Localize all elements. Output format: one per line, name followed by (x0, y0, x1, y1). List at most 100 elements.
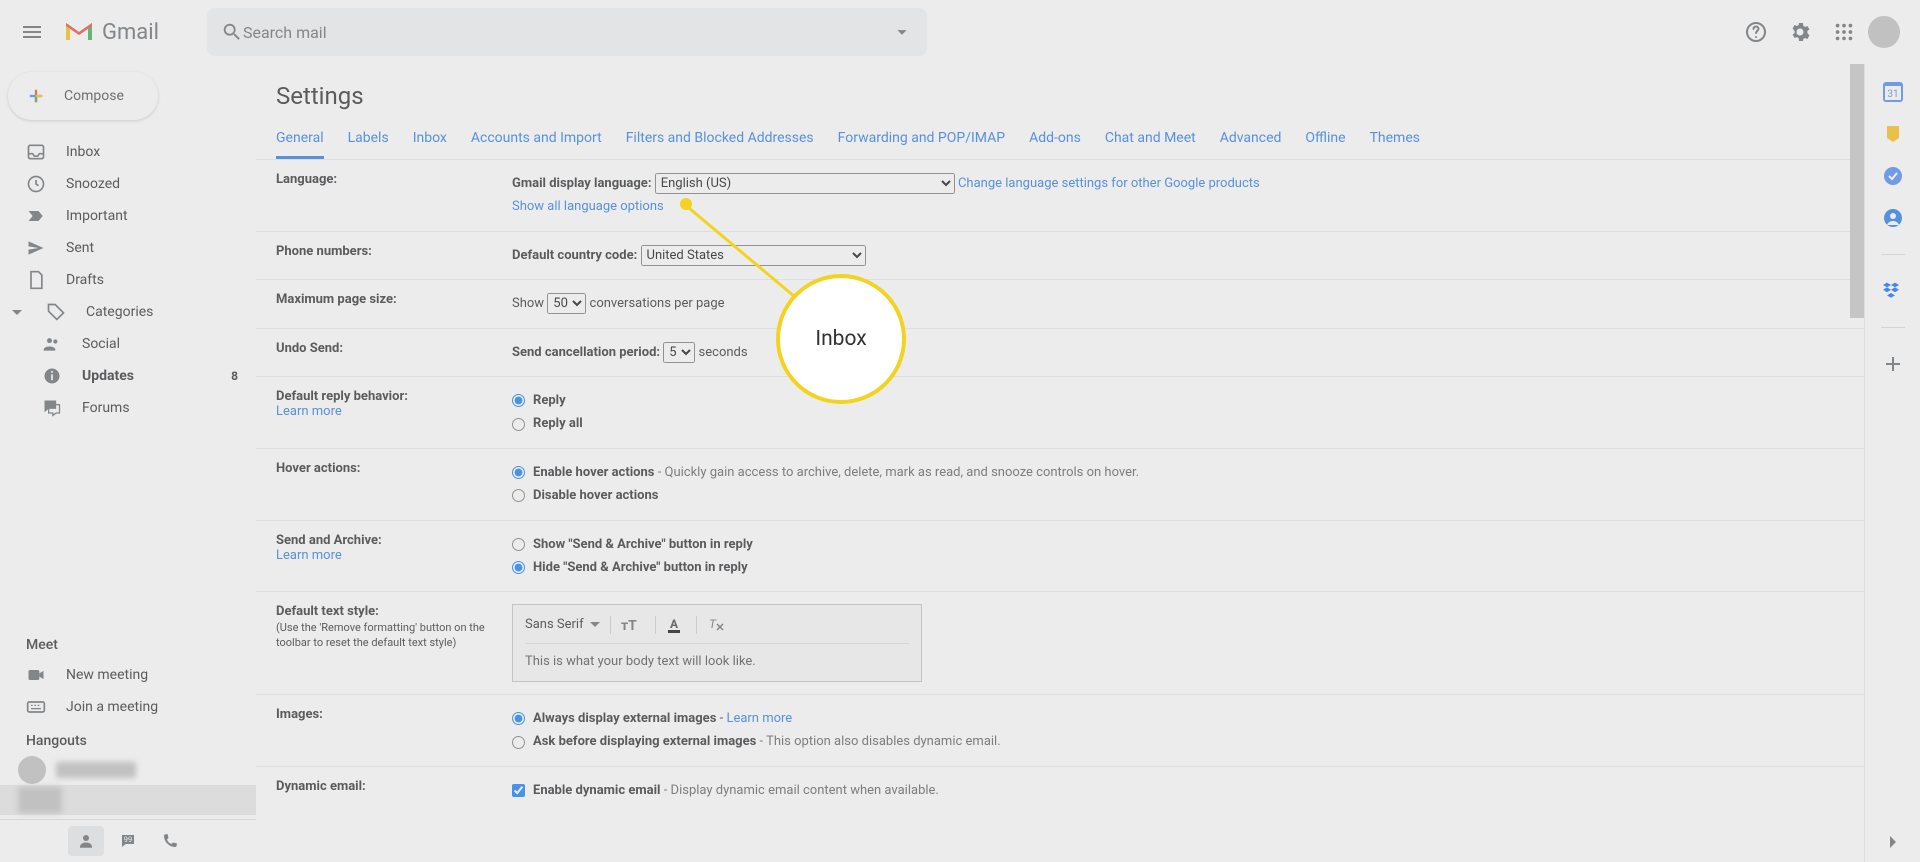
hover-disable-radio[interactable] (512, 489, 525, 502)
option-label: Reply all (533, 412, 583, 435)
main-layout: Compose Inbox Snoozed Important Sent Dra… (0, 64, 1920, 862)
info-icon (42, 366, 62, 386)
reply-radio[interactable] (512, 394, 525, 407)
change-language-link[interactable]: Change language settings for other Googl… (958, 176, 1260, 191)
tab-addons[interactable]: Add-ons (1029, 120, 1081, 159)
hover-enable-radio[interactable] (512, 466, 525, 479)
nav-inbox[interactable]: Inbox (0, 136, 256, 168)
hangouts-tab-calls[interactable] (152, 826, 188, 856)
tab-forward[interactable]: Forwarding and POP/IMAP (838, 120, 1005, 159)
row-label: Default text style:(Use the 'Remove form… (276, 604, 512, 682)
phone-icon (161, 832, 179, 850)
dynamic-checkbox[interactable] (512, 784, 525, 797)
tab-offline[interactable]: Offline (1305, 120, 1345, 159)
search-options-icon[interactable] (891, 21, 913, 43)
keep-addon[interactable] (1883, 124, 1903, 144)
images-always-radio[interactable] (512, 712, 525, 725)
tasks-addon[interactable] (1883, 166, 1903, 186)
tab-themes[interactable]: Themes (1370, 120, 1420, 159)
font-picker[interactable]: Sans Serif (525, 613, 600, 636)
scrollbar[interactable] (1850, 64, 1864, 318)
text-style-toolbar: Sans Serif тТ A T (525, 613, 909, 643)
main-menu-button[interactable] (8, 8, 56, 56)
replyall-radio[interactable] (512, 418, 525, 431)
side-panel-separator (1881, 254, 1905, 255)
support-button[interactable] (1736, 12, 1776, 52)
tab-inbox[interactable]: Inbox (413, 120, 447, 159)
contacts-addon[interactable] (1883, 208, 1903, 228)
settings-body: Language: Gmail display language: Englis… (256, 160, 1864, 858)
get-addons-button[interactable] (1883, 354, 1903, 374)
learn-more-link[interactable]: Learn more (726, 711, 792, 726)
important-icon (26, 206, 46, 226)
caret-icon (12, 307, 22, 317)
nav-label: Forums (82, 400, 130, 416)
account-avatar[interactable] (1868, 16, 1900, 48)
learn-more-link[interactable]: Learn more (276, 404, 342, 419)
tab-filters[interactable]: Filters and Blocked Addresses (626, 120, 814, 159)
row-content: Always display external images - Learn m… (512, 707, 1844, 754)
nav-forums[interactable]: Forums (0, 392, 256, 424)
row-content: Gmail display language: English (US) Cha… (512, 172, 1844, 219)
nav-sent[interactable]: Sent (0, 232, 256, 264)
sa-show-radio[interactable] (512, 538, 525, 551)
font-size-picker[interactable]: тТ (621, 616, 645, 634)
hangouts-contact[interactable] (0, 785, 256, 815)
search-input[interactable] (243, 23, 891, 42)
row-reply: Default reply behavior:Learn more Reply … (256, 377, 1864, 449)
row-content: Send cancellation period: 5 seconds (512, 341, 1844, 364)
tab-advanced[interactable]: Advanced (1220, 120, 1282, 159)
settings-button[interactable] (1780, 12, 1820, 52)
pagesize-select[interactable]: 50 (547, 293, 586, 314)
nav-snoozed[interactable]: Snoozed (0, 168, 256, 200)
gmail-logo-icon (64, 21, 94, 43)
learn-more-link[interactable]: Learn more (276, 548, 342, 563)
nav-label: Social (82, 336, 120, 352)
gear-icon (1788, 20, 1812, 44)
nav-categories[interactable]: Categories (0, 296, 256, 328)
search-bar[interactable] (207, 8, 927, 56)
meet-new[interactable]: New meeting (0, 659, 256, 691)
row-label: Phone numbers: (276, 244, 512, 267)
row-label: Maximum page size: (276, 292, 512, 315)
option-label: Enable dynamic email (533, 783, 661, 798)
gmail-logo[interactable]: Gmail (64, 20, 189, 45)
meet-join[interactable]: Join a meeting (0, 691, 256, 723)
nav-label: Join a meeting (66, 699, 158, 715)
tab-chat[interactable]: Chat and Meet (1105, 120, 1196, 159)
nav-label: Drafts (66, 272, 104, 288)
tab-labels[interactable]: Labels (348, 120, 389, 159)
text-style-preview: This is what your body text will look li… (525, 650, 909, 673)
hangouts-tab-contacts[interactable] (68, 826, 104, 856)
chat-bubble-icon: 99 (119, 832, 137, 850)
country-select[interactable]: United States (641, 245, 866, 266)
row-content: Reply Reply all (512, 389, 1844, 436)
row-label: Default reply behavior:Learn more (276, 389, 512, 436)
images-ask-radio[interactable] (512, 736, 525, 749)
hangouts-contact[interactable] (18, 755, 256, 785)
option-hint: - Display dynamic email content when ava… (661, 783, 939, 798)
tab-general[interactable]: General (276, 120, 324, 159)
nav-important[interactable]: Important (0, 200, 256, 232)
row-content: Show 50 conversations per page (512, 292, 1844, 315)
language-select[interactable]: English (US) (655, 173, 955, 194)
row-language: Language: Gmail display language: Englis… (256, 160, 1864, 232)
google-apps-button[interactable] (1824, 12, 1864, 52)
tab-accounts[interactable]: Accounts and Import (471, 120, 602, 159)
hangouts-tab-chats[interactable]: 99 (110, 826, 146, 856)
nav-drafts[interactable]: Drafts (0, 264, 256, 296)
text-color-picker[interactable]: A (666, 616, 686, 634)
dropbox-addon[interactable] (1883, 281, 1903, 301)
row-label: Hover actions: (276, 461, 512, 508)
sa-hide-radio[interactable] (512, 561, 525, 574)
remove-formatting-button[interactable]: T (707, 616, 725, 634)
show-all-lang-link[interactable]: Show all language options (512, 199, 664, 214)
undo-select[interactable]: 5 (663, 342, 695, 363)
nav-social[interactable]: Social (0, 328, 256, 360)
nav-updates[interactable]: Updates8 (0, 360, 256, 392)
text: conversations per page (590, 296, 725, 311)
calendar-addon[interactable]: 31 (1883, 82, 1903, 102)
keyboard-icon (26, 697, 46, 717)
side-panel-toggle[interactable] (1883, 832, 1903, 852)
compose-button[interactable]: Compose (8, 72, 158, 120)
